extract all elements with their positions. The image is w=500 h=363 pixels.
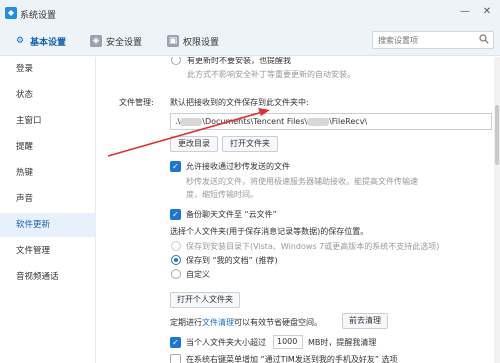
annotation-arrow	[107, 108, 270, 157]
